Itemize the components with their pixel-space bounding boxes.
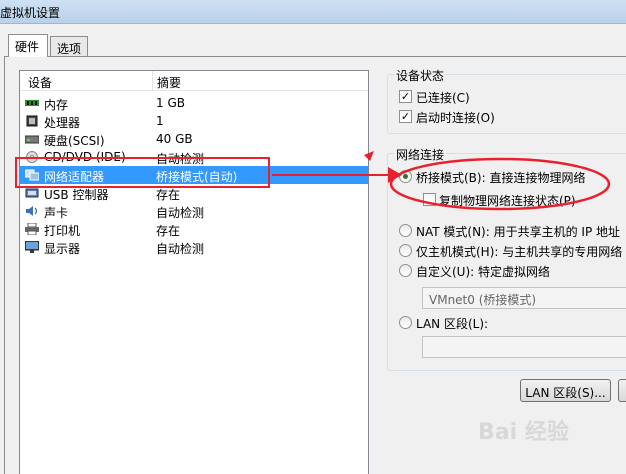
connect-on-start-label[interactable]: 启动时连接(O) <box>416 109 495 126</box>
vmnet-select[interactable]: VMnet0 (桥接模式) <box>422 287 626 309</box>
device-row-processor[interactable]: 处理器 1 <box>20 112 368 130</box>
window-title: 虚拟机设置 <box>0 6 61 20</box>
baidu-watermark: Bai 经验 <box>478 420 569 445</box>
custom-label[interactable]: 自定义(U): 特定虚拟网络 <box>416 263 550 280</box>
host-only-radio[interactable] <box>399 244 412 257</box>
custom-radio[interactable] <box>399 264 412 277</box>
column-header-summary[interactable]: 摘要 <box>152 71 181 91</box>
device-list-header: 设备 摘要 <box>20 71 368 91</box>
lan-segment-label[interactable]: LAN 区段(L): <box>416 315 488 332</box>
device-summary: 自动检测 <box>156 242 205 256</box>
device-summary: 存在 <box>156 224 181 238</box>
tab-options[interactable]: 选项 <box>50 36 88 56</box>
connected-checkbox[interactable]: ✓ <box>399 90 412 103</box>
lan-segment-field[interactable] <box>422 336 626 358</box>
display-icon <box>25 241 39 253</box>
title-bar: 虚拟机设置 <box>0 0 626 24</box>
device-name: 内存 <box>44 98 69 112</box>
device-row-display[interactable]: 显示器 自动检测 <box>20 238 368 256</box>
tab-strip: 硬件 选项 <box>0 34 626 57</box>
device-row-memory[interactable]: 内存 1 GB <box>20 94 368 112</box>
device-row-printer[interactable]: 打印机 存在 <box>20 220 368 238</box>
printer-icon <box>25 223 39 235</box>
usb-icon <box>25 188 39 198</box>
lan-segment-radio[interactable] <box>399 316 412 329</box>
device-name: 显示器 <box>44 242 81 256</box>
nat-radio[interactable] <box>399 224 412 237</box>
device-status-label: 设备状态 <box>394 67 447 84</box>
host-only-label[interactable]: 仅主机模式(H): 与主机共享的专用网络 <box>416 243 622 260</box>
device-name: USB 控制器 <box>44 188 109 202</box>
sound-icon <box>26 206 38 216</box>
column-header-device[interactable]: 设备 <box>28 74 52 91</box>
device-name: 打印机 <box>44 224 81 238</box>
device-list[interactable]: 设备 摘要 内存 1 GB 处理器 1 硬盘(SCSI) 40 GB CD/DV… <box>19 70 369 474</box>
connected-label[interactable]: 已连接(C) <box>416 89 470 106</box>
device-summary: 自动检测 <box>156 206 205 220</box>
lan-segments-button[interactable]: LAN 区段(S)... <box>520 379 611 402</box>
device-summary: 1 <box>156 114 164 128</box>
connect-on-start-checkbox[interactable]: ✓ <box>399 110 412 123</box>
advanced-button[interactable] <box>618 379 626 402</box>
tab-hardware[interactable]: 硬件 <box>8 34 48 57</box>
device-row-sound[interactable]: 声卡 自动检测 <box>20 202 368 220</box>
device-name: 处理器 <box>44 116 81 130</box>
memory-icon <box>25 100 39 106</box>
annotation-ellipse <box>389 157 611 211</box>
device-summary: 存在 <box>156 188 181 202</box>
annotation-highlight-box <box>15 157 270 188</box>
cpu-icon <box>26 115 38 127</box>
nat-label[interactable]: NAT 模式(N): 用于共享主机的 IP 地址 <box>416 223 620 240</box>
harddisk-icon <box>25 135 39 144</box>
device-name: 硬盘(SCSI) <box>44 134 105 148</box>
device-summary: 1 GB <box>156 96 185 110</box>
device-summary: 40 GB <box>156 132 193 146</box>
device-row-harddisk[interactable]: 硬盘(SCSI) 40 GB <box>20 130 368 148</box>
device-name: 声卡 <box>44 206 69 220</box>
